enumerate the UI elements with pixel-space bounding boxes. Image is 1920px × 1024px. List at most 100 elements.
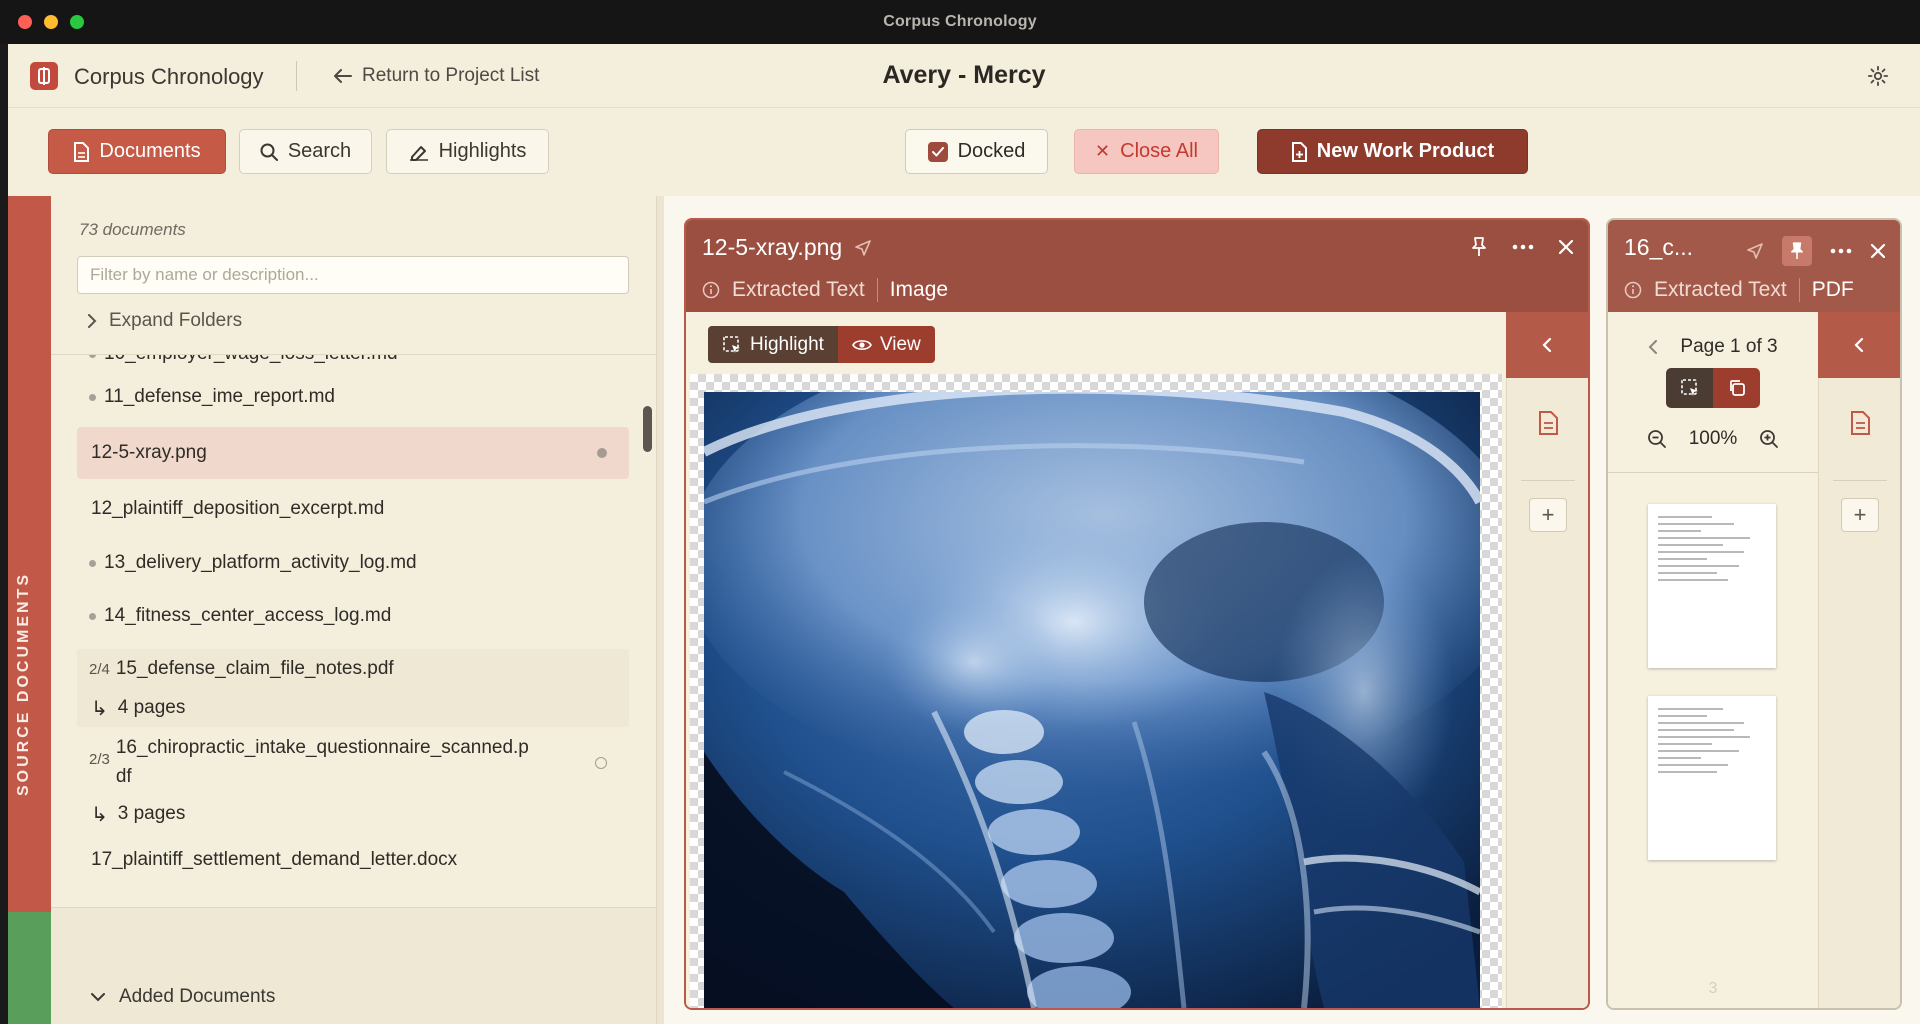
tab-extracted-text[interactable]: Extracted Text xyxy=(1654,278,1787,302)
panel-side-tools: + xyxy=(1506,312,1588,1008)
panel-header-actions xyxy=(1746,236,1886,266)
os-window-title: Corpus Chronology xyxy=(883,13,1037,30)
panel-title: 12-5-xray.png xyxy=(702,234,872,261)
tab-pdf[interactable]: PDF xyxy=(1812,278,1854,302)
document-name-line: df xyxy=(115,766,132,787)
page-count-row[interactable]: ↳ 4 pages xyxy=(77,689,629,727)
panel-side-tools: + xyxy=(1818,312,1900,1008)
added-documents-toggle[interactable]: Added Documents xyxy=(91,986,275,1008)
status-dot xyxy=(89,612,96,620)
tab-divider xyxy=(876,278,878,302)
highlights-button[interactable]: Highlights xyxy=(386,129,549,174)
source-documents-rail[interactable]: SOURCE DOCUMENTS xyxy=(8,196,51,912)
app-header: Corpus Chronology Return to Project List… xyxy=(8,44,1920,108)
plus-icon: + xyxy=(1853,502,1867,527)
document-name: 16_chiropractic_intake_questionnaire_sca… xyxy=(116,733,529,791)
list-item[interactable]: 2/4 15_defense_claim_file_notes.pdf xyxy=(77,649,629,689)
pin-icon[interactable] xyxy=(1470,236,1488,258)
zoom-out-icon[interactable] xyxy=(1647,429,1667,449)
workspace: 12-5-xray.png Extracted Text Image Highl… xyxy=(664,196,1920,1024)
list-item[interactable]: 10_employer_wage_loss_letter.md xyxy=(77,355,629,366)
chevron-right-icon xyxy=(88,314,97,328)
docked-toggle[interactable]: Docked xyxy=(905,129,1048,174)
view-mode-button[interactable]: View xyxy=(837,326,935,363)
panel-tabs: Extracted Text Image xyxy=(702,278,948,302)
maximize-window-button[interactable] xyxy=(70,15,84,29)
list-item[interactable]: 14_fitness_center_access_log.md xyxy=(77,596,629,636)
search-icon xyxy=(260,143,278,161)
scrollbar-thumb[interactable] xyxy=(643,406,652,452)
panel-header: 16_c... Extracted Text PDF xyxy=(1608,220,1900,312)
page-number: 3 xyxy=(1708,980,1718,997)
chevron-left-icon[interactable] xyxy=(1648,340,1658,354)
minimize-window-button[interactable] xyxy=(44,15,58,29)
info-icon xyxy=(1624,281,1642,299)
plus-icon: + xyxy=(1541,502,1555,527)
close-all-button[interactable]: ✕ Close All xyxy=(1074,129,1219,174)
zoom-level: 100% xyxy=(1688,428,1738,449)
open-indicator-dot xyxy=(597,448,607,458)
added-documents-section: Added Documents xyxy=(51,908,656,1024)
document-name-line: 16_chiropractic_intake_questionnaire_sca… xyxy=(115,737,529,758)
expand-folders-label: Expand Folders xyxy=(109,310,243,331)
document-name: 11_defense_ime_report.md xyxy=(104,386,335,407)
close-panel-icon[interactable] xyxy=(1870,243,1886,259)
send-icon[interactable] xyxy=(854,239,872,257)
tab-extracted-text[interactable]: Extracted Text xyxy=(732,278,865,302)
close-x-icon: ✕ xyxy=(1095,141,1111,161)
add-note-button[interactable]: + xyxy=(1841,498,1879,532)
image-viewer: Highlight View xyxy=(686,312,1506,1008)
tool-divider xyxy=(1833,480,1887,481)
pdf-mode-toggle xyxy=(1666,368,1760,408)
documents-button[interactable]: Documents xyxy=(48,129,226,174)
document-name: 12-5-xray.png xyxy=(91,442,207,463)
panel-tabs: Extracted Text PDF xyxy=(1624,278,1854,302)
new-work-product-button[interactable]: New Work Product xyxy=(1257,129,1528,174)
list-item[interactable]: 12_plaintiff_deposition_excerpt.md xyxy=(77,489,629,529)
list-item[interactable]: 2/3 16_chiropractic_intake_questionnaire… xyxy=(77,733,629,795)
sidebar-resize-handle[interactable] xyxy=(656,196,664,1024)
send-icon[interactable] xyxy=(1746,242,1764,260)
document-notes-icon[interactable] xyxy=(1537,410,1559,441)
new-work-product-label: New Work Product xyxy=(1316,140,1495,162)
settings-button[interactable] xyxy=(1864,62,1892,90)
highlight-mode-button[interactable]: Highlight xyxy=(708,326,838,363)
search-button[interactable]: Search xyxy=(239,129,372,174)
list-item[interactable]: 11_defense_ime_report.md xyxy=(77,377,629,417)
list-item[interactable]: 13_delivery_platform_activity_log.md xyxy=(77,543,629,583)
page-navigation: Page 1 of 3 xyxy=(1608,336,1818,358)
expand-folders-toggle[interactable]: Expand Folders xyxy=(87,310,242,332)
document-name: 13_delivery_platform_activity_log.md xyxy=(104,552,417,573)
panel-file-name: 16_c... xyxy=(1624,234,1694,260)
info-icon xyxy=(702,281,720,299)
added-documents-rail[interactable] xyxy=(8,912,51,1024)
page-thumbnail[interactable] xyxy=(1648,696,1776,860)
highlight-ratio: 2/4 xyxy=(89,660,110,678)
pdf-viewer: Page 1 of 3 100% 3 xyxy=(1608,312,1818,1008)
copy-mode-button[interactable] xyxy=(1713,368,1760,408)
zoom-in-icon[interactable] xyxy=(1759,429,1779,449)
list-item-selected[interactable]: 12-5-xray.png xyxy=(77,427,629,479)
collapse-side-button[interactable] xyxy=(1506,312,1588,378)
filter-input[interactable] xyxy=(77,256,629,294)
select-area-icon xyxy=(723,335,740,353)
list-item[interactable]: 17_plaintiff_settlement_demand_letter.do… xyxy=(77,840,629,880)
page-count: 3 pages xyxy=(117,803,186,824)
pin-filled-icon[interactable] xyxy=(1782,236,1812,266)
more-options-icon[interactable] xyxy=(1512,244,1534,250)
window-controls xyxy=(18,15,84,29)
tab-image[interactable]: Image xyxy=(890,278,948,302)
document-name: 15_defense_claim_file_notes.pdf xyxy=(115,658,394,679)
page-thumbnail[interactable] xyxy=(1648,504,1776,668)
close-panel-icon[interactable] xyxy=(1558,239,1574,255)
close-window-button[interactable] xyxy=(18,15,32,29)
more-options-icon[interactable] xyxy=(1830,248,1852,254)
document-notes-icon[interactable] xyxy=(1849,410,1871,441)
panel-header: 12-5-xray.png Extracted Text Image xyxy=(686,220,1588,312)
zoom-controls: 100% xyxy=(1608,428,1818,450)
page-count-row[interactable]: ↳ 3 pages xyxy=(77,795,629,833)
select-area-button[interactable] xyxy=(1666,368,1713,408)
chevron-left-icon xyxy=(1542,337,1552,353)
add-note-button[interactable]: + xyxy=(1529,498,1567,532)
collapse-side-button[interactable] xyxy=(1818,312,1900,378)
